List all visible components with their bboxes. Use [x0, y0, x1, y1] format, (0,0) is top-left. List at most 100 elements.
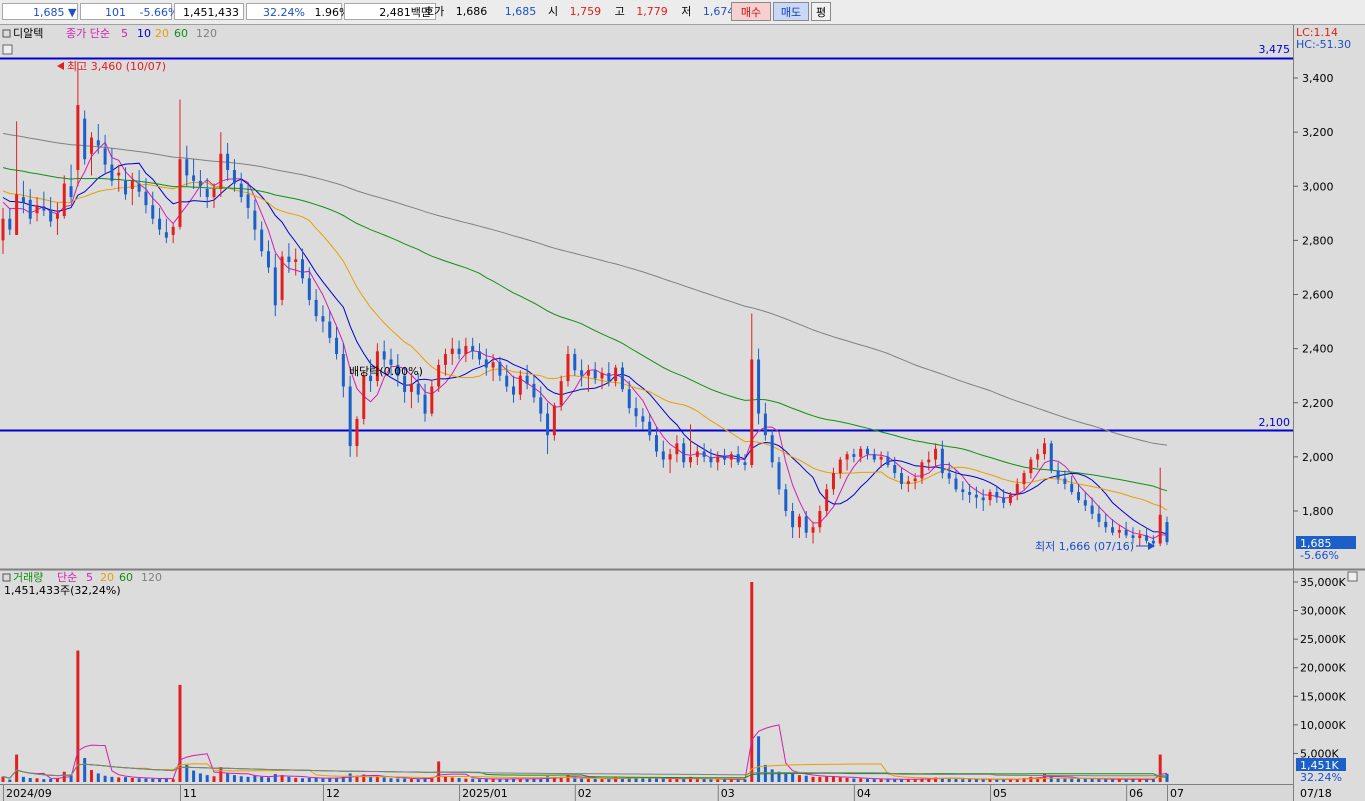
volume-bar	[811, 776, 815, 782]
volume-bar	[1104, 779, 1108, 782]
volume-bar	[117, 777, 121, 782]
volume-bar	[872, 779, 876, 782]
volume-bar	[675, 778, 679, 782]
volume-tick-label-1: 30,000K	[1300, 605, 1346, 618]
volume-bar	[593, 778, 597, 782]
candle-body	[865, 448, 869, 455]
candle-body	[518, 375, 522, 395]
candle-body	[348, 386, 352, 447]
sell-button[interactable]: 매도	[773, 2, 809, 21]
price-tick-label-6: 2,200	[1302, 397, 1334, 410]
candle-body	[321, 316, 325, 322]
volume-bar	[525, 779, 529, 782]
volume-bar	[1029, 776, 1033, 782]
candle-body	[35, 205, 39, 214]
candle-body	[1015, 483, 1019, 495]
volume-bar	[906, 779, 910, 782]
candle-body	[151, 205, 155, 219]
ma10-legend: 10	[137, 27, 151, 40]
candle-body	[784, 489, 788, 511]
volume-bar	[1077, 778, 1081, 782]
candle-body	[777, 462, 781, 490]
volume-bar	[845, 778, 849, 782]
candle-body	[464, 345, 468, 355]
date-tick-label-4: 02	[578, 787, 592, 800]
volume-bar	[348, 773, 352, 782]
volume-bar	[532, 778, 536, 782]
volume-bar	[1165, 773, 1169, 782]
candle-body	[600, 372, 604, 379]
volume-bar	[1042, 773, 1046, 782]
candle-body	[668, 454, 672, 460]
candle-body	[797, 516, 801, 528]
volume-bar	[89, 770, 93, 782]
date-tick-label-1: 11	[183, 787, 197, 800]
volume-bar	[750, 582, 754, 782]
candle-body	[198, 180, 202, 187]
candle-body	[954, 478, 958, 490]
candle-body	[675, 443, 679, 455]
candle-body	[1002, 497, 1006, 503]
volume-bar	[1117, 779, 1121, 782]
candle-body	[879, 456, 883, 460]
price-change: 101	[105, 6, 126, 19]
volume-bar	[287, 776, 291, 782]
candle-body	[682, 443, 686, 463]
eval-button[interactable]: 평	[811, 2, 831, 21]
volume-settings-icon[interactable]	[1347, 571, 1358, 582]
candle-body	[709, 456, 713, 463]
candle-body	[171, 226, 175, 235]
candle-body	[838, 459, 842, 474]
trade-value-box: 2,481백만	[344, 3, 436, 20]
quote-box: 호가 1,686 1,685	[424, 3, 544, 20]
volume-bar	[328, 778, 332, 782]
vma20-legend: 20	[100, 571, 114, 584]
volume-bar	[232, 775, 236, 782]
candle-body	[661, 451, 665, 460]
candle-body	[716, 456, 720, 463]
volume-tick-label-2: 25,000K	[1300, 633, 1346, 646]
buy-button[interactable]: 매수	[731, 2, 771, 21]
candle-body	[42, 207, 46, 211]
candle-body	[477, 351, 481, 360]
current-price: 1,685	[33, 6, 65, 19]
hline-lower-label: 2,100	[1259, 416, 1291, 429]
candle-body	[130, 180, 134, 189]
candle-body	[532, 383, 536, 398]
volume-bar	[457, 778, 461, 782]
candle-body	[859, 448, 863, 457]
volume-bar	[913, 779, 917, 782]
date-tick-label-7: 05	[993, 787, 1007, 800]
candle-body	[1029, 459, 1033, 474]
current-price-box: 1,685 ▼	[2, 3, 78, 20]
dividend-label: 배당락(0.00%)	[349, 365, 423, 378]
volume-bar	[158, 778, 162, 782]
date-tick-label-10: 07/18	[1300, 787, 1332, 800]
candle-body	[750, 359, 754, 465]
candle-body	[1042, 443, 1046, 455]
volume-bar	[607, 779, 611, 782]
last-volume-ratio: 32.24%	[1300, 771, 1342, 784]
quote-bar: 1,685 ▼ 101 -5.66% 1,451,433 32.24% 1.96…	[0, 0, 1365, 25]
candle-body	[273, 267, 277, 306]
candle-body	[729, 454, 733, 460]
candle-body	[934, 448, 938, 460]
volume-bar	[403, 778, 407, 782]
bid-price: 1,685	[504, 5, 537, 18]
candle-body	[947, 473, 951, 479]
volume-bar	[961, 779, 965, 782]
stock-chart[interactable]: 3,400 3,200 3,000 2,800 2,600 2,400 2,200 2,000…	[0, 25, 1365, 801]
grid-toggle-icon[interactable]	[2, 44, 13, 55]
high-marker-label: 최고 3,460 (10/07)	[67, 60, 166, 73]
candle-body	[974, 494, 978, 498]
candle-body	[416, 383, 420, 395]
volume-bar	[198, 773, 202, 782]
candle-body	[1063, 478, 1067, 484]
candle-body	[818, 511, 822, 528]
candle-body	[287, 256, 291, 263]
volume-bar	[716, 779, 720, 782]
price-axis-panel	[1293, 25, 1365, 801]
volume-bar	[838, 777, 842, 782]
candle-body	[913, 478, 917, 482]
candle-body	[995, 492, 999, 498]
